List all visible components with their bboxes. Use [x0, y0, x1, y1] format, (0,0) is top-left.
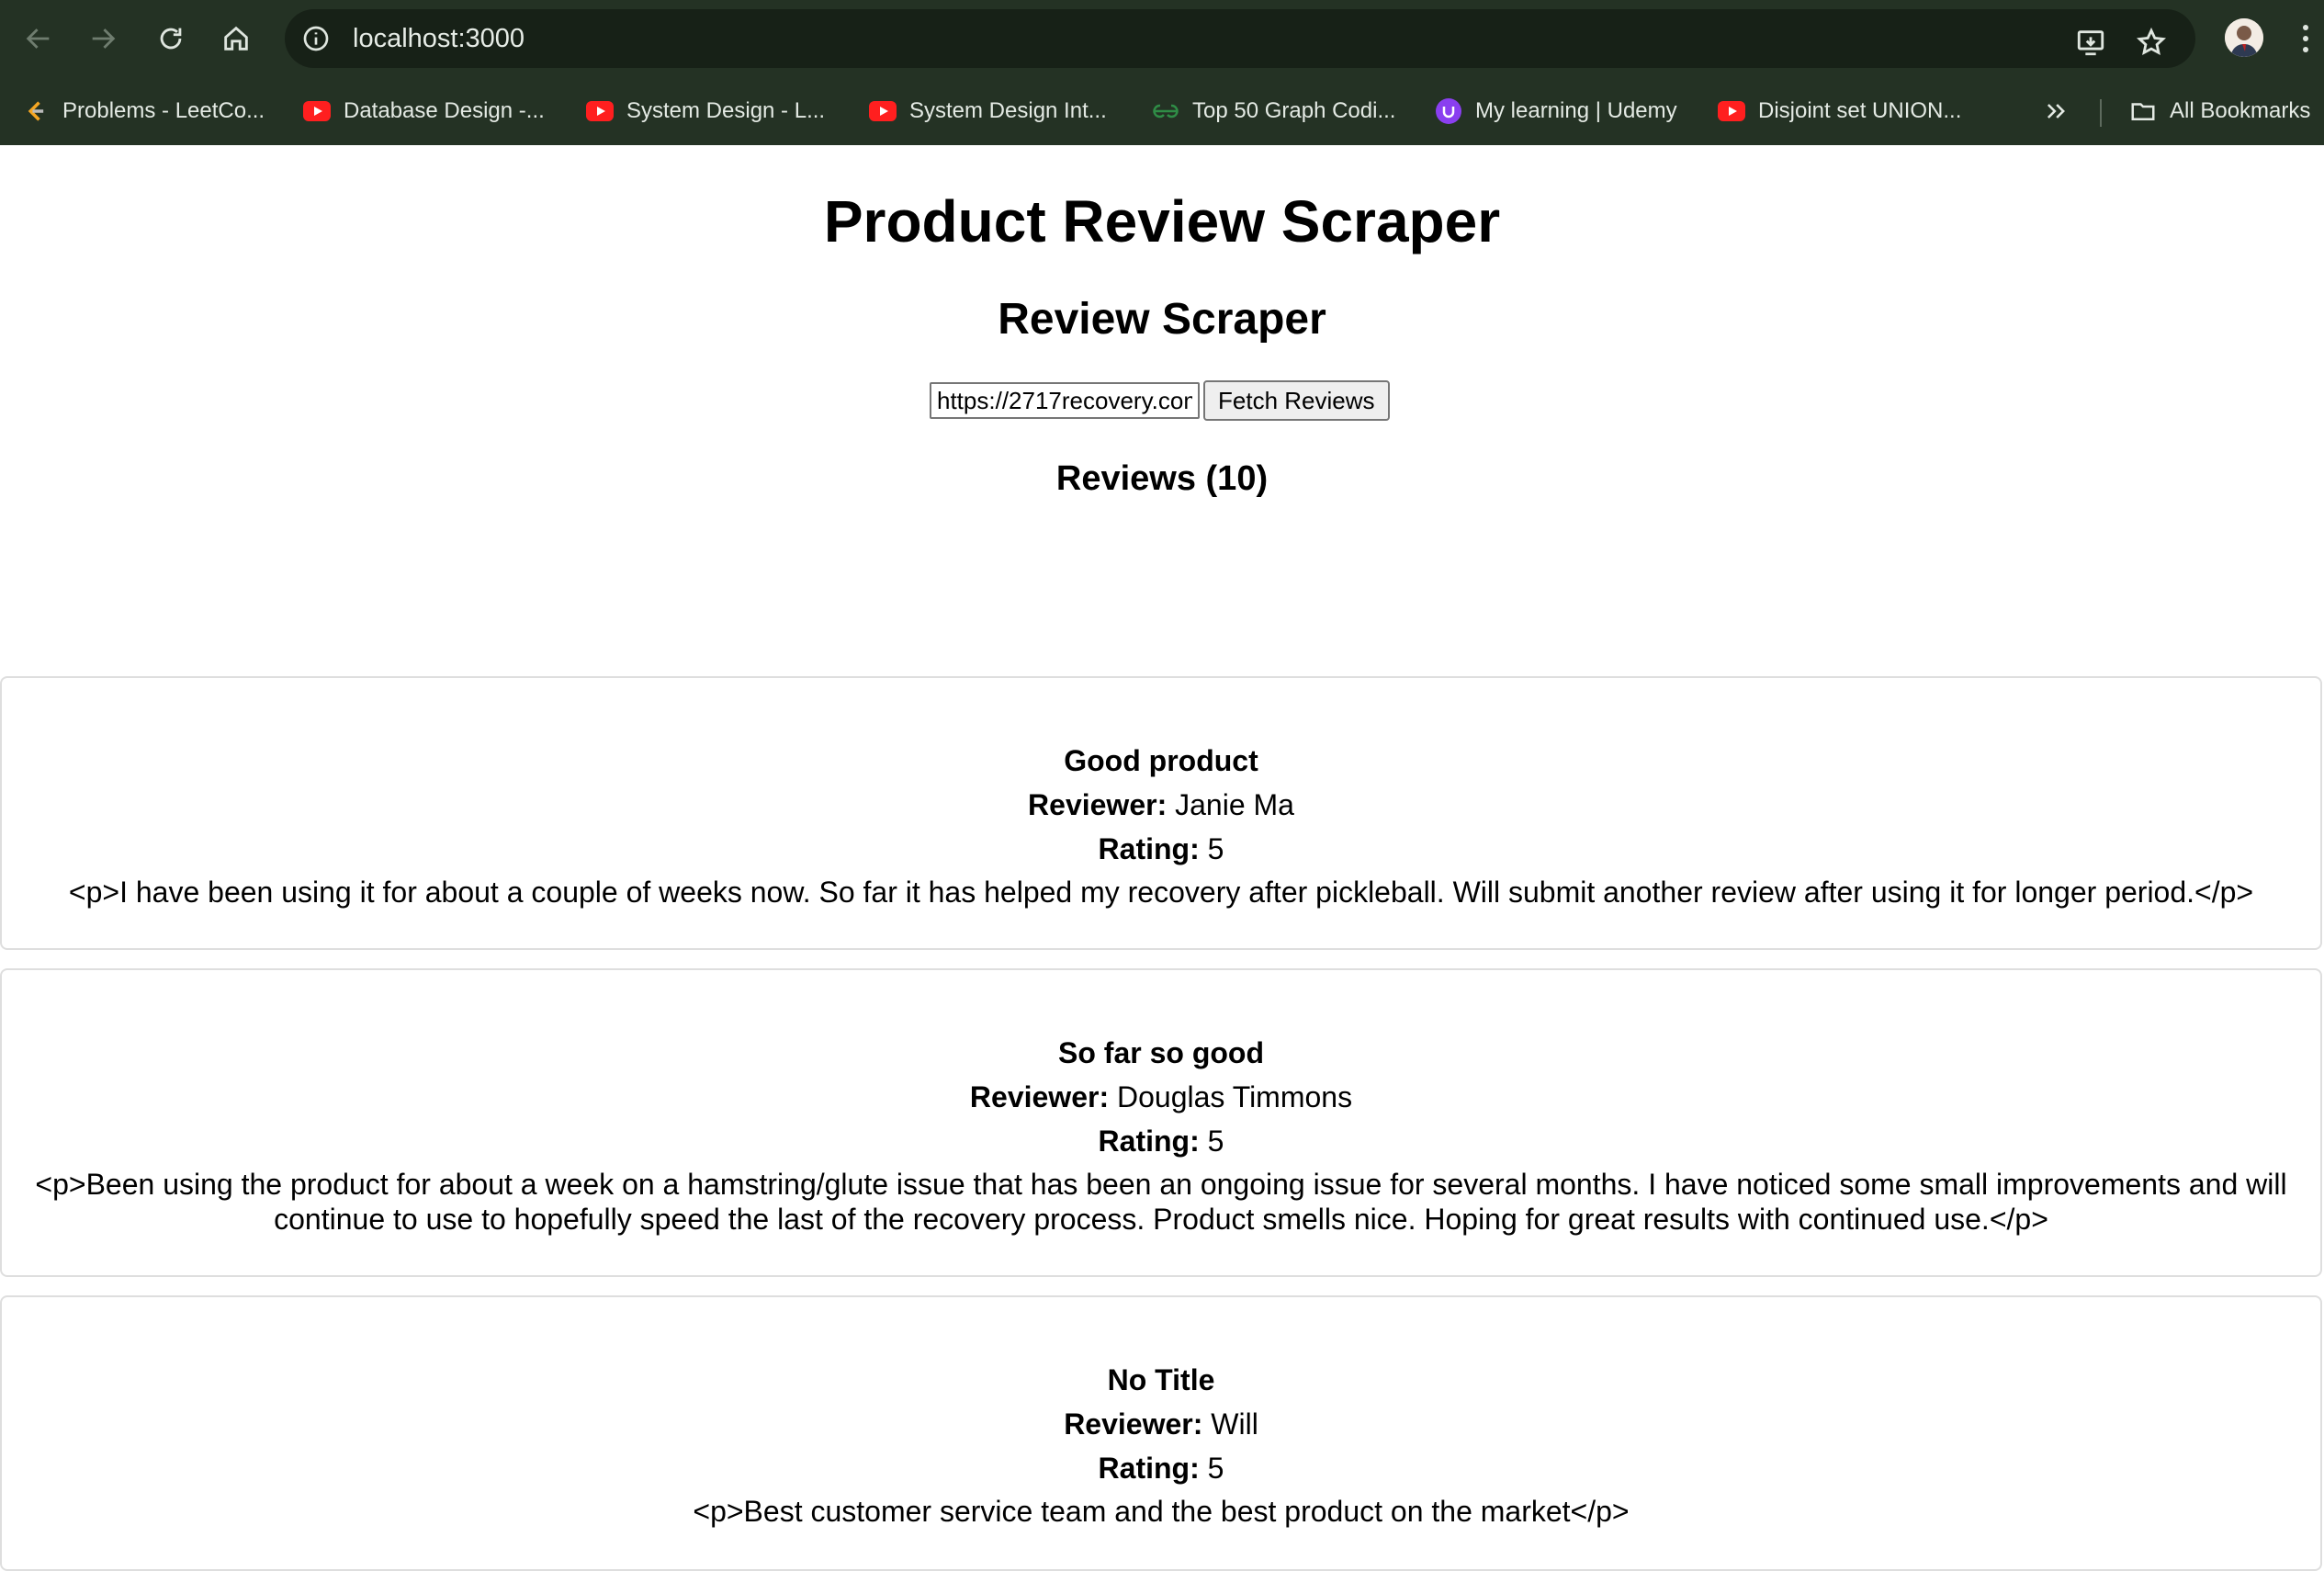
more-bookmarks-button[interactable] [2043, 94, 2069, 129]
arrow-right-icon [92, 28, 116, 49]
review-card: Good product Reviewer: Janie Ma Rating: … [0, 676, 2322, 950]
section-title: Review Scraper [998, 295, 1326, 344]
review-reviewer: Reviewer: Janie Ma [2, 788, 2320, 822]
site-info-icon[interactable] [299, 22, 333, 55]
reload-icon [160, 28, 182, 50]
review-reviewer: Reviewer: Douglas Timmons [2, 1080, 2320, 1114]
youtube-icon [303, 97, 331, 125]
all-bookmarks-button[interactable]: All Bookmarks [2129, 94, 2310, 129]
forward-button[interactable] [81, 17, 125, 61]
arrow-left-icon [26, 28, 50, 49]
review-title: So far so good [1058, 1036, 1264, 1069]
install-app-icon[interactable] [2072, 24, 2109, 61]
rating-value: 5 [1207, 1452, 1224, 1485]
bookmark-leetcode[interactable]: Problems - LeetCo... [22, 94, 265, 129]
product-url-input[interactable] [930, 382, 1200, 419]
youtube-icon [1718, 97, 1745, 125]
bookmark-system-design-l[interactable]: System Design - L... [586, 94, 825, 129]
reviewer-name: Douglas Timmons [1116, 1080, 1353, 1113]
bookmark-disjoint-set[interactable]: Disjoint set UNION... [1718, 94, 1961, 129]
bookmarks-divider [2100, 99, 2102, 127]
review-rating: Rating: 5 [2, 1125, 2320, 1158]
reload-button[interactable] [149, 17, 193, 61]
reviewer-label: Reviewer: [969, 1080, 1110, 1113]
address-url: localhost:3000 [353, 24, 525, 53]
rating-label: Rating: [1098, 1125, 1200, 1158]
bookmark-system-design-int[interactable]: System Design Int... [869, 94, 1107, 129]
kebab-menu-icon [2303, 25, 2308, 52]
review-reviewer: Reviewer: Will [2, 1407, 2320, 1441]
browser-menu-button[interactable] [2296, 20, 2315, 57]
review-body: <p>Best customer service team and the be… [693, 1495, 1630, 1528]
reviewer-label: Reviewer: [1064, 1407, 1203, 1441]
back-button[interactable] [17, 17, 61, 61]
page-content: Product Review Scraper Review Scraper Fe… [0, 145, 2324, 1571]
home-icon [224, 26, 248, 51]
youtube-icon [586, 97, 614, 125]
bookmark-graph-coding[interactable]: Top 50 Graph Codi... [1152, 94, 1395, 129]
bookmarks-bar: Problems - LeetCo... Database Design -..… [0, 77, 2324, 145]
review-rating: Rating: 5 [2, 1452, 2320, 1486]
folder-icon [2129, 97, 2157, 125]
reviews-heading: Reviews (10) [1055, 459, 1269, 498]
page-title: Product Review Scraper [823, 188, 1501, 254]
bookmark-database-design[interactable]: Database Design -... [303, 94, 545, 129]
bookmark-star-icon[interactable] [2133, 24, 2170, 61]
rating-value: 5 [1207, 1125, 1224, 1158]
bookmark-udemy[interactable]: My learning | Udemy [1435, 94, 1677, 129]
reviewer-label: Reviewer: [1028, 788, 1168, 821]
reviewer-name: Will [1211, 1407, 1258, 1441]
leetcode-icon [22, 97, 50, 125]
rating-value: 5 [1207, 832, 1224, 865]
review-card: So far so good Reviewer: Douglas Timmons… [0, 968, 2322, 1277]
review-body: <p>I have been using it for about a coup… [68, 876, 2254, 909]
review-title: Good product [1064, 744, 1258, 777]
scrape-form: Fetch Reviews [930, 380, 1390, 423]
home-button[interactable] [214, 17, 258, 61]
rating-label: Rating: [1098, 832, 1200, 865]
review-title: No Title [1107, 1363, 1215, 1396]
profile-photo-icon [2225, 18, 2263, 57]
fetch-reviews-button[interactable]: Fetch Reviews [1203, 380, 1390, 421]
browser-chrome: localhost:3000 Problems - LeetCo... Data… [0, 0, 2324, 145]
geeksforgeeks-icon [1152, 97, 1179, 125]
reviewer-name: Janie Ma [1175, 788, 1294, 821]
review-body: <p>Been using the product for about a we… [35, 1168, 2287, 1236]
udemy-icon [1435, 97, 1462, 125]
review-card: No Title Reviewer: Will Rating: 5 <p>Bes… [0, 1295, 2322, 1571]
youtube-icon [869, 97, 897, 125]
review-rating: Rating: 5 [2, 832, 2320, 866]
rating-label: Rating: [1098, 1452, 1200, 1485]
browser-toolbar: localhost:3000 [0, 0, 2324, 77]
profile-avatar[interactable] [2225, 18, 2263, 57]
address-bar[interactable]: localhost:3000 [285, 9, 2195, 68]
double-chevron-right-icon [2047, 104, 2065, 119]
